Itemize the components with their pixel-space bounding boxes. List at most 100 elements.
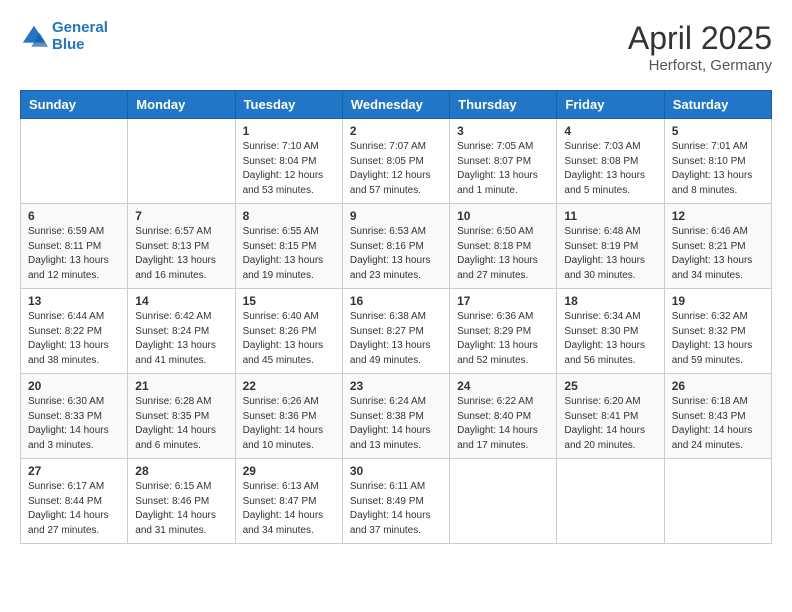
day-number: 9 <box>350 209 442 223</box>
week-row-4: 20 Sunrise: 6:30 AM Sunset: 8:33 PM Dayli… <box>21 374 772 459</box>
day-info: Sunrise: 6:44 AM Sunset: 8:22 PM Dayligh… <box>28 310 120 368</box>
page-header: General Blue April 2025 Herforst, German… <box>20 20 772 74</box>
day-number: 2 <box>350 124 442 138</box>
main-title: April 2025 <box>628 20 772 57</box>
day-info: Sunrise: 6:59 AM Sunset: 8:11 PM Dayligh… <box>28 225 120 283</box>
day-info: Sunrise: 6:18 AM Sunset: 8:43 PM Dayligh… <box>672 395 764 453</box>
weekday-header-thursday: Thursday <box>450 91 557 119</box>
day-cell: 11Sunrise: 6:48 AM Sunset: 8:19 PM Dayli… <box>557 204 664 289</box>
weekday-header-sunday: Sunday <box>21 91 128 119</box>
day-cell <box>21 119 128 204</box>
day-info: Sunrise: 6:28 AM Sunset: 8:35 PM Dayligh… <box>135 395 227 453</box>
day-cell: 14 Sunrise: 6:42 AM Sunset: 8:24 PM Dayli… <box>128 289 235 374</box>
day-cell: 20 Sunrise: 6:30 AM Sunset: 8:33 PM Dayli… <box>21 374 128 459</box>
day-info: Sunrise: 6:38 AM Sunset: 8:27 PM Dayligh… <box>350 310 442 368</box>
day-info: Sunrise: 6:55 AM Sunset: 8:15 PM Dayligh… <box>243 225 335 283</box>
logo-text: General Blue <box>52 20 108 53</box>
weekday-header-tuesday: Tuesday <box>235 91 342 119</box>
day-cell: 19Sunrise: 6:32 AM Sunset: 8:32 PM Dayli… <box>664 289 771 374</box>
day-number: 14 <box>135 294 227 308</box>
day-number: 12 <box>672 209 764 223</box>
day-info: Sunrise: 6:26 AM Sunset: 8:36 PM Dayligh… <box>243 395 335 453</box>
day-info: Sunrise: 6:22 AM Sunset: 8:40 PM Dayligh… <box>457 395 549 453</box>
day-info: Sunrise: 6:40 AM Sunset: 8:26 PM Dayligh… <box>243 310 335 368</box>
day-number: 30 <box>350 464 442 478</box>
day-number: 11 <box>564 209 656 223</box>
day-cell: 25 Sunrise: 6:20 AM Sunset: 8:41 PM Dayli… <box>557 374 664 459</box>
calendar-table: SundayMondayTuesdayWednesdayThursdayFrid… <box>20 90 772 544</box>
day-number: 3 <box>457 124 549 138</box>
day-cell: 10 Sunrise: 6:50 AM Sunset: 8:18 PM Dayli… <box>450 204 557 289</box>
week-row-2: 6 Sunrise: 6:59 AM Sunset: 8:11 PM Daylig… <box>21 204 772 289</box>
day-info: Sunrise: 6:20 AM Sunset: 8:41 PM Dayligh… <box>564 395 656 453</box>
day-cell <box>128 119 235 204</box>
day-number: 7 <box>135 209 227 223</box>
day-number: 13 <box>28 294 120 308</box>
day-number: 4 <box>564 124 656 138</box>
day-info: Sunrise: 6:53 AM Sunset: 8:16 PM Dayligh… <box>350 225 442 283</box>
day-cell: 15 Sunrise: 6:40 AM Sunset: 8:26 PM Dayli… <box>235 289 342 374</box>
day-number: 25 <box>564 379 656 393</box>
day-info: Sunrise: 6:13 AM Sunset: 8:47 PM Dayligh… <box>243 480 335 538</box>
day-info: Sunrise: 6:50 AM Sunset: 8:18 PM Dayligh… <box>457 225 549 283</box>
day-number: 6 <box>28 209 120 223</box>
day-cell <box>557 459 664 544</box>
day-cell <box>664 459 771 544</box>
day-cell: 9 Sunrise: 6:53 AM Sunset: 8:16 PM Daylig… <box>342 204 449 289</box>
day-number: 24 <box>457 379 549 393</box>
weekday-header-friday: Friday <box>557 91 664 119</box>
day-number: 8 <box>243 209 335 223</box>
day-number: 28 <box>135 464 227 478</box>
day-cell: 12 Sunrise: 6:46 AM Sunset: 8:21 PM Dayli… <box>664 204 771 289</box>
day-number: 10 <box>457 209 549 223</box>
day-cell: 3 Sunrise: 7:05 AM Sunset: 8:07 PM Daylig… <box>450 119 557 204</box>
day-info: Sunrise: 6:15 AM Sunset: 8:46 PM Dayligh… <box>135 480 227 538</box>
day-number: 1 <box>243 124 335 138</box>
day-cell: 1 Sunrise: 7:10 AM Sunset: 8:04 PM Daylig… <box>235 119 342 204</box>
day-info: Sunrise: 6:30 AM Sunset: 8:33 PM Dayligh… <box>28 395 120 453</box>
day-cell: 30 Sunrise: 6:11 AM Sunset: 8:49 PM Dayli… <box>342 459 449 544</box>
day-cell: 17 Sunrise: 6:36 AM Sunset: 8:29 PM Dayli… <box>450 289 557 374</box>
day-cell: 4 Sunrise: 7:03 AM Sunset: 8:08 PM Daylig… <box>557 119 664 204</box>
day-cell: 27Sunrise: 6:17 AM Sunset: 8:44 PM Dayli… <box>21 459 128 544</box>
day-info: Sunrise: 6:57 AM Sunset: 8:13 PM Dayligh… <box>135 225 227 283</box>
subtitle: Herforst, Germany <box>628 57 772 74</box>
day-cell: 5Sunrise: 7:01 AM Sunset: 8:10 PM Daylig… <box>664 119 771 204</box>
day-number: 27 <box>28 464 120 478</box>
day-info: Sunrise: 6:11 AM Sunset: 8:49 PM Dayligh… <box>350 480 442 538</box>
day-info: Sunrise: 6:32 AM Sunset: 8:32 PM Dayligh… <box>672 310 764 368</box>
day-info: Sunrise: 7:05 AM Sunset: 8:07 PM Dayligh… <box>457 140 549 198</box>
day-cell: 2Sunrise: 7:07 AM Sunset: 8:05 PM Daylig… <box>342 119 449 204</box>
weekday-header-row: SundayMondayTuesdayWednesdayThursdayFrid… <box>21 91 772 119</box>
day-number: 20 <box>28 379 120 393</box>
week-row-1: 1 Sunrise: 7:10 AM Sunset: 8:04 PM Daylig… <box>21 119 772 204</box>
logo: General Blue <box>20 20 108 53</box>
day-number: 21 <box>135 379 227 393</box>
day-number: 22 <box>243 379 335 393</box>
day-number: 15 <box>243 294 335 308</box>
weekday-header-monday: Monday <box>128 91 235 119</box>
day-info: Sunrise: 7:10 AM Sunset: 8:04 PM Dayligh… <box>243 140 335 198</box>
day-info: Sunrise: 7:03 AM Sunset: 8:08 PM Dayligh… <box>564 140 656 198</box>
day-number: 16 <box>350 294 442 308</box>
day-info: Sunrise: 6:36 AM Sunset: 8:29 PM Dayligh… <box>457 310 549 368</box>
day-number: 29 <box>243 464 335 478</box>
day-info: Sunrise: 6:42 AM Sunset: 8:24 PM Dayligh… <box>135 310 227 368</box>
day-info: Sunrise: 6:46 AM Sunset: 8:21 PM Dayligh… <box>672 225 764 283</box>
day-cell: 13 Sunrise: 6:44 AM Sunset: 8:22 PM Dayli… <box>21 289 128 374</box>
day-cell: 6 Sunrise: 6:59 AM Sunset: 8:11 PM Daylig… <box>21 204 128 289</box>
logo-icon <box>20 23 48 51</box>
day-cell: 29 Sunrise: 6:13 AM Sunset: 8:47 PM Dayli… <box>235 459 342 544</box>
day-info: Sunrise: 7:01 AM Sunset: 8:10 PM Dayligh… <box>672 140 764 198</box>
weekday-header-wednesday: Wednesday <box>342 91 449 119</box>
day-number: 18 <box>564 294 656 308</box>
day-cell: 8 Sunrise: 6:55 AM Sunset: 8:15 PM Daylig… <box>235 204 342 289</box>
day-cell: 22 Sunrise: 6:26 AM Sunset: 8:36 PM Dayli… <box>235 374 342 459</box>
day-cell: 26Sunrise: 6:18 AM Sunset: 8:43 PM Dayli… <box>664 374 771 459</box>
title-block: April 2025 Herforst, Germany <box>628 20 772 74</box>
day-cell: 28 Sunrise: 6:15 AM Sunset: 8:46 PM Dayli… <box>128 459 235 544</box>
day-cell: 18Sunrise: 6:34 AM Sunset: 8:30 PM Dayli… <box>557 289 664 374</box>
week-row-3: 13 Sunrise: 6:44 AM Sunset: 8:22 PM Dayli… <box>21 289 772 374</box>
day-cell: 7 Sunrise: 6:57 AM Sunset: 8:13 PM Daylig… <box>128 204 235 289</box>
day-number: 17 <box>457 294 549 308</box>
